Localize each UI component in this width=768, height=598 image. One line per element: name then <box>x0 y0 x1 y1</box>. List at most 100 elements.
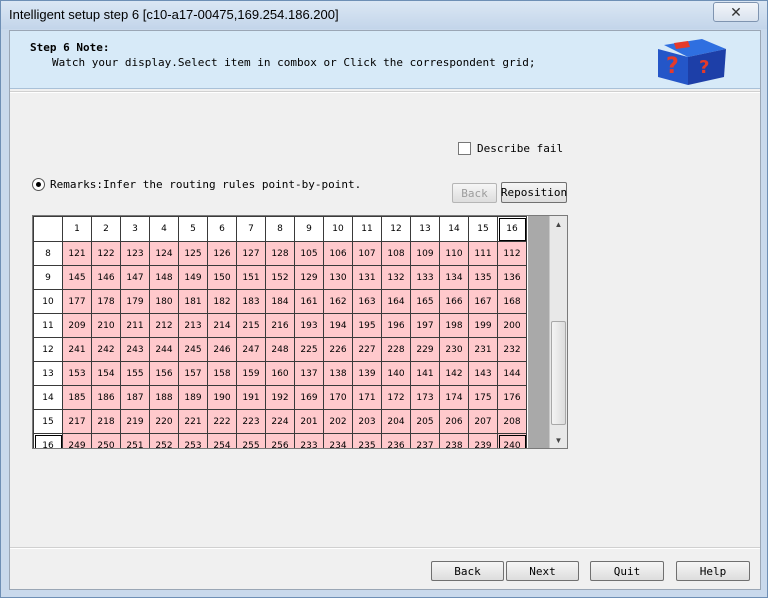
grid-body[interactable]: 8 121 122 123 124 125 126 127 128 105 106 107 108 109… <box>33 241 527 448</box>
row-header[interactable]: 13 <box>33 361 63 386</box>
row-header[interactable]: 12 <box>33 337 63 362</box>
grid-cell[interactable]: 154 <box>91 361 121 386</box>
grid-cell[interactable]: 125 <box>178 241 208 266</box>
column-header[interactable]: 8 <box>265 216 295 242</box>
grid-cell[interactable]: 140 <box>381 361 411 386</box>
grid-cell[interactable]: 144 <box>497 361 527 386</box>
grid-cell[interactable]: 222 <box>207 409 237 434</box>
grid-cell[interactable]: 227 <box>352 337 382 362</box>
radio-button[interactable] <box>32 178 45 191</box>
grid-cell[interactable]: 254 <box>207 433 237 448</box>
grid-cell[interactable]: 202 <box>323 409 353 434</box>
grid-cell[interactable]: 168 <box>497 289 527 314</box>
grid-cell[interactable]: 190 <box>207 385 237 410</box>
quit-button[interactable]: Quit <box>590 561 664 581</box>
grid-cell[interactable]: 216 <box>265 313 295 338</box>
grid-cell[interactable]: 215 <box>236 313 266 338</box>
column-header[interactable]: 15 <box>468 216 498 242</box>
row-header[interactable]: 10 <box>33 289 63 314</box>
grid-cell[interactable]: 110 <box>439 241 469 266</box>
vertical-scrollbar[interactable]: ▲ ▼ <box>549 216 567 448</box>
grid-cell[interactable]: 218 <box>91 409 121 434</box>
grid-cell[interactable]: 149 <box>178 265 208 290</box>
grid-cell[interactable]: 138 <box>323 361 353 386</box>
grid-cell[interactable]: 130 <box>323 265 353 290</box>
grid-cell[interactable]: 105 <box>294 241 324 266</box>
column-header[interactable]: 12 <box>381 216 411 242</box>
grid-cell[interactable]: 205 <box>410 409 440 434</box>
column-header[interactable]: 3 <box>120 216 150 242</box>
column-header[interactable]: 6 <box>207 216 237 242</box>
grid-cell[interactable]: 134 <box>439 265 469 290</box>
grid-cell[interactable]: 169 <box>294 385 324 410</box>
grid-cell[interactable]: 253 <box>178 433 208 448</box>
grid-cell[interactable]: 146 <box>91 265 121 290</box>
reposition-button[interactable]: Reposition <box>501 182 567 203</box>
grid-cell[interactable]: 147 <box>120 265 150 290</box>
grid-row[interactable]: 14 185 186 187 188 189 190 191 192 169 170 171 172 17… <box>33 385 527 410</box>
grid-cell[interactable]: 209 <box>62 313 92 338</box>
scroll-down-icon[interactable]: ▼ <box>550 432 567 448</box>
grid-cell[interactable]: 183 <box>236 289 266 314</box>
grid-cell[interactable]: 232 <box>497 337 527 362</box>
row-header[interactable]: 15 <box>33 409 63 434</box>
column-header[interactable]: 4 <box>149 216 179 242</box>
grid-cell[interactable]: 255 <box>236 433 266 448</box>
grid-cell[interactable]: 211 <box>120 313 150 338</box>
grid-cell[interactable]: 233 <box>294 433 324 448</box>
grid-cell[interactable]: 131 <box>352 265 382 290</box>
grid-table[interactable]: 1 2 3 4 5 6 7 8 9 10 11 12 13 14 15 16 8 121 122 123 124 125… <box>33 216 527 448</box>
grid-cell[interactable]: 208 <box>497 409 527 434</box>
grid-cell[interactable]: 171 <box>352 385 382 410</box>
grid-cell[interactable]: 170 <box>323 385 353 410</box>
close-button[interactable]: ✕ <box>713 2 759 22</box>
grid-cell[interactable]: 245 <box>178 337 208 362</box>
grid-cell[interactable]: 167 <box>468 289 498 314</box>
grid-cell[interactable]: 226 <box>323 337 353 362</box>
grid-cell[interactable]: 194 <box>323 313 353 338</box>
grid-row[interactable]: 8 121 122 123 124 125 126 127 128 105 106 107 108 109… <box>33 241 527 266</box>
grid-row[interactable]: 13 153 154 155 156 157 158 159 160 137 138 139 140 14… <box>33 361 527 386</box>
scroll-up-icon[interactable]: ▲ <box>550 216 567 232</box>
grid-cell[interactable]: 173 <box>410 385 440 410</box>
column-header[interactable]: 1 <box>62 216 92 242</box>
grid-cell[interactable]: 174 <box>439 385 469 410</box>
grid-cell[interactable]: 108 <box>381 241 411 266</box>
grid-row[interactable]: 12 241 242 243 244 245 246 247 248 225 226 227 228 22… <box>33 337 527 362</box>
grid-cell[interactable]: 181 <box>178 289 208 314</box>
title-bar[interactable]: Intelligent setup step 6 [c10-a17-00475,… <box>1 1 767 29</box>
row-header[interactable]: 11 <box>33 313 63 338</box>
grid-cell[interactable]: 112 <box>497 241 527 266</box>
grid-cell[interactable]: 223 <box>236 409 266 434</box>
next-button[interactable]: Next <box>506 561 579 581</box>
grid-cell[interactable]: 242 <box>91 337 121 362</box>
grid-cell[interactable]: 228 <box>381 337 411 362</box>
grid-cell[interactable]: 220 <box>149 409 179 434</box>
grid-cell[interactable]: 249 <box>62 433 92 448</box>
grid-cell[interactable]: 182 <box>207 289 237 314</box>
grid-row[interactable]: 9 145 146 147 148 149 150 151 152 129 130 131 132 133… <box>33 265 527 290</box>
grid-cell[interactable]: 122 <box>91 241 121 266</box>
column-header[interactable]: 9 <box>294 216 324 242</box>
grid-cell[interactable]: 221 <box>178 409 208 434</box>
mapping-grid[interactable]: 1 2 3 4 5 6 7 8 9 10 11 12 13 14 15 16 8 121 122 123 124 125… <box>32 215 568 449</box>
checkbox-box[interactable] <box>458 142 471 155</box>
row-header[interactable]: 9 <box>33 265 63 290</box>
grid-back-button[interactable]: Back <box>452 183 497 203</box>
help-button[interactable]: Help <box>676 561 750 581</box>
grid-cell[interactable]: 180 <box>149 289 179 314</box>
grid-cell[interactable]: 189 <box>178 385 208 410</box>
column-header[interactable]: 5 <box>178 216 208 242</box>
grid-cell[interactable]: 176 <box>497 385 527 410</box>
grid-cell[interactable]: 193 <box>294 313 324 338</box>
back-button[interactable]: Back <box>431 561 504 581</box>
grid-cell[interactable]: 213 <box>178 313 208 338</box>
grid-cell[interactable]: 160 <box>265 361 295 386</box>
grid-cell[interactable]: 225 <box>294 337 324 362</box>
grid-cell[interactable]: 106 <box>323 241 353 266</box>
column-header[interactable]: 10 <box>323 216 353 242</box>
grid-cell[interactable]: 198 <box>439 313 469 338</box>
grid-row[interactable]: 11 209 210 211 212 213 214 215 216 193 194 195 196 19… <box>33 313 527 338</box>
grid-cell[interactable]: 111 <box>468 241 498 266</box>
grid-cell[interactable]: 128 <box>265 241 295 266</box>
